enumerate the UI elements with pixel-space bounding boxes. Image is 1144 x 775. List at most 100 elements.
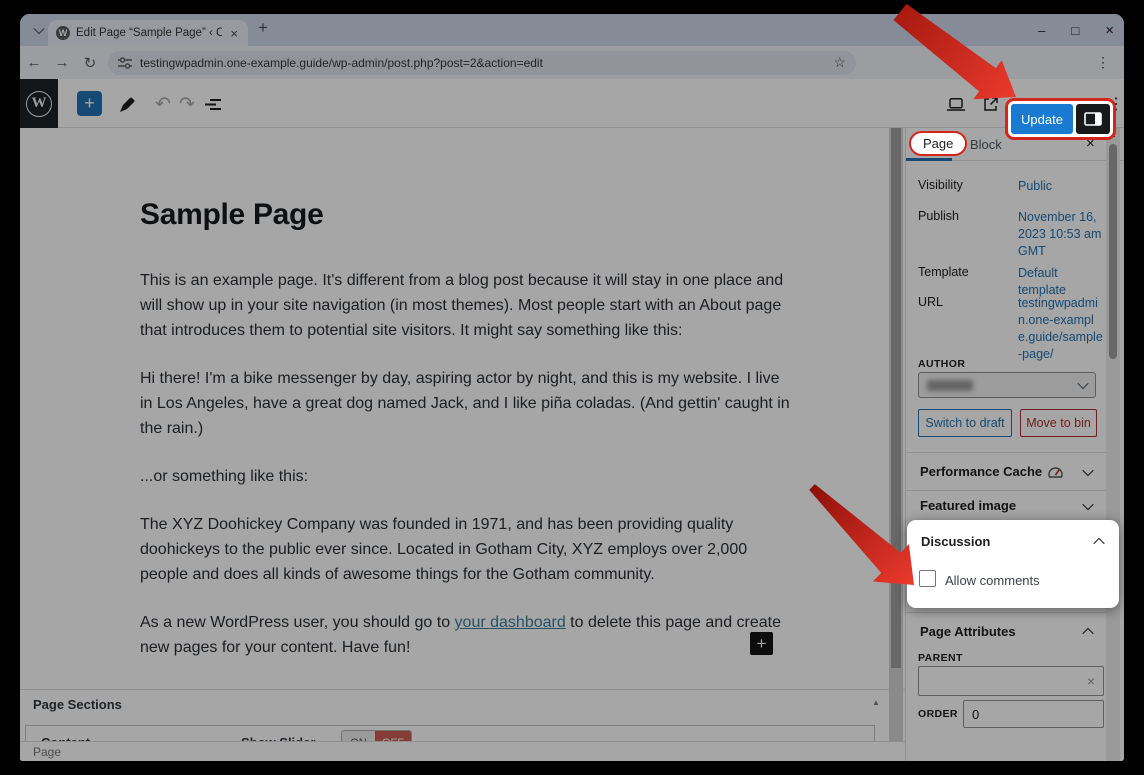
chevron-down-icon	[1082, 498, 1093, 509]
featured-image-panel[interactable]: Featured image	[906, 490, 1106, 520]
browser-navbar: ← → ↻ testingwpadmin.one-example.guide/w…	[20, 46, 1124, 79]
page-sections-title: Page Sections	[33, 697, 122, 712]
page-title[interactable]: Sample Page	[140, 198, 792, 232]
chevron-down-icon	[1082, 464, 1093, 475]
page-attributes-panel[interactable]: Page Attributes	[906, 612, 1106, 650]
paragraph-3[interactable]: ...or something like this:	[140, 464, 792, 489]
browser-tab[interactable]: W Edit Page “Sample Page” ‹ Cop ×	[48, 20, 248, 46]
list-view-icon[interactable]	[202, 93, 224, 115]
chevron-up-icon	[1082, 627, 1093, 638]
site-settings-icon	[118, 57, 132, 69]
paragraph-5-text: As a new WordPress user, you should go t…	[140, 614, 455, 631]
forward-button[interactable]: →	[48, 54, 76, 71]
paragraph-2[interactable]: Hi there! I'm a bike messenger by day, a…	[140, 366, 792, 441]
active-tab-underline	[906, 158, 952, 161]
discussion-panel-header[interactable]: Discussion	[921, 534, 1103, 549]
speedometer-icon	[1048, 465, 1063, 478]
sidebar-scrollbar-thumb[interactable]	[1109, 144, 1117, 359]
breadcrumb[interactable]: Page	[33, 745, 61, 759]
document: Sample Page This is an example page. It'…	[140, 198, 792, 683]
tab-title: Edit Page “Sample Page” ‹ Cop	[76, 27, 222, 39]
bookmark-star-icon[interactable]: ☆	[833, 54, 846, 71]
edit-mode-pencil-icon[interactable]	[116, 93, 138, 115]
wordpress-w-icon: W	[26, 91, 52, 117]
tab-page[interactable]: Page	[909, 131, 967, 156]
close-button[interactable]: ×	[1105, 22, 1114, 39]
reload-button[interactable]: ↻	[76, 54, 104, 72]
sidebar-scrollbar[interactable]: ▲	[1106, 128, 1120, 761]
order-input[interactable]	[963, 700, 1104, 728]
browser-menu-icon[interactable]: ⋮	[1096, 54, 1110, 71]
paragraph-5[interactable]: As a new WordPress user, you should go t…	[140, 610, 792, 660]
allow-comments-checkbox[interactable]	[919, 570, 936, 587]
update-highlight-annotation: Update	[1005, 98, 1116, 140]
editor-canvas[interactable]: Sample Page This is an example page. It'…	[20, 128, 905, 761]
visibility-value[interactable]: Public	[1018, 178, 1104, 195]
tab-block[interactable]: Block	[970, 137, 1002, 152]
performance-cache-label: Performance Cache	[920, 464, 1042, 479]
discussion-highlight-card: Discussion Allow comments	[907, 520, 1119, 608]
wordpress-favicon-icon: W	[56, 26, 70, 40]
switch-to-draft-button[interactable]: Switch to draft	[918, 409, 1012, 437]
editor-toolbar: W + ↶ ↷ Update	[20, 79, 1124, 128]
browser-window: W Edit Page “Sample Page” ‹ Cop × + – □ …	[20, 14, 1124, 761]
tab-close-icon[interactable]: ×	[228, 26, 240, 41]
featured-image-label: Featured image	[920, 498, 1016, 513]
page-sections-panel-header[interactable]: Page Sections ▲	[20, 690, 905, 718]
publish-value[interactable]: November 16, 2023 10:53 am GMT	[1018, 209, 1104, 260]
redo-icon: ↷	[176, 93, 198, 115]
screenshot-frame: W Edit Page “Sample Page” ‹ Cop × + – □ …	[0, 0, 1144, 775]
editor-scrollbar-thumb[interactable]	[891, 128, 901, 668]
template-value[interactable]: Default template	[1018, 265, 1104, 299]
visibility-row: Visibility Public	[918, 178, 1104, 195]
template-label: Template	[918, 265, 1018, 299]
url-text: testingwpadmin.one-example.guide/wp-admi…	[140, 56, 825, 70]
url-value[interactable]: testingwpadmin.one-example.guide/sample-…	[1018, 295, 1104, 363]
dashboard-link[interactable]: your dashboard	[455, 614, 566, 631]
template-row: Template Default template	[918, 265, 1104, 299]
publish-label: Publish	[918, 209, 1018, 260]
paragraph-1[interactable]: This is an example page. It's different …	[140, 268, 792, 343]
parent-label: PARENT	[918, 652, 963, 664]
browser-titlebar: W Edit Page “Sample Page” ‹ Cop × + – □ …	[20, 14, 1124, 46]
wordpress-logo[interactable]: W	[20, 79, 58, 128]
settings-sidebar-toggle-button[interactable]	[1076, 104, 1110, 134]
performance-cache-panel[interactable]: Performance Cache	[906, 452, 1106, 490]
publish-row: Publish November 16, 2023 10:53 am GMT	[918, 209, 1104, 260]
collapse-triangle-icon[interactable]: ▲	[872, 698, 880, 707]
preview-device-icon[interactable]	[945, 93, 967, 115]
parent-input[interactable]: ×	[918, 666, 1104, 696]
url-label: URL	[918, 295, 1018, 363]
settings-sidebar: Page Block × Visibility Public Publish N…	[905, 128, 1124, 761]
address-bar[interactable]: testingwpadmin.one-example.guide/wp-admi…	[108, 51, 856, 75]
tab-search-button[interactable]	[28, 21, 50, 39]
author-label: AUTHOR	[918, 358, 965, 370]
new-tab-button[interactable]: +	[258, 18, 268, 38]
visibility-label: Visibility	[918, 178, 1018, 195]
allow-comments-label: Allow comments	[945, 573, 1040, 588]
maximize-button[interactable]: □	[1071, 23, 1079, 38]
minimize-button[interactable]: –	[1038, 23, 1045, 38]
view-page-external-icon[interactable]	[979, 93, 1001, 115]
order-label: ORDER	[918, 708, 958, 720]
add-block-button[interactable]: +	[750, 632, 773, 655]
discussion-label: Discussion	[921, 534, 990, 549]
editor-body: Sample Page This is an example page. It'…	[20, 128, 1124, 761]
paragraph-4[interactable]: The XYZ Doohickey Company was founded in…	[140, 512, 792, 587]
editor-footer-breadcrumb: Page	[20, 741, 905, 761]
author-value-blurred	[927, 380, 973, 391]
clear-icon[interactable]: ×	[1087, 673, 1095, 689]
chevron-up-icon	[1093, 537, 1104, 548]
sidebar-panel-icon	[1084, 112, 1102, 126]
author-select[interactable]	[918, 372, 1096, 398]
page-attributes-label: Page Attributes	[920, 624, 1016, 639]
editor-scrollbar[interactable]	[889, 128, 903, 741]
back-button[interactable]: ←	[20, 54, 48, 71]
move-to-bin-button[interactable]: Move to bin	[1020, 409, 1097, 437]
update-button[interactable]: Update	[1011, 104, 1073, 134]
chevron-down-icon	[33, 23, 44, 34]
url-row: URL testingwpadmin.one-example.guide/sam…	[918, 295, 1104, 363]
chevron-down-icon	[1077, 378, 1088, 389]
block-inserter-button[interactable]: +	[77, 91, 102, 116]
undo-icon: ↶	[152, 93, 174, 115]
